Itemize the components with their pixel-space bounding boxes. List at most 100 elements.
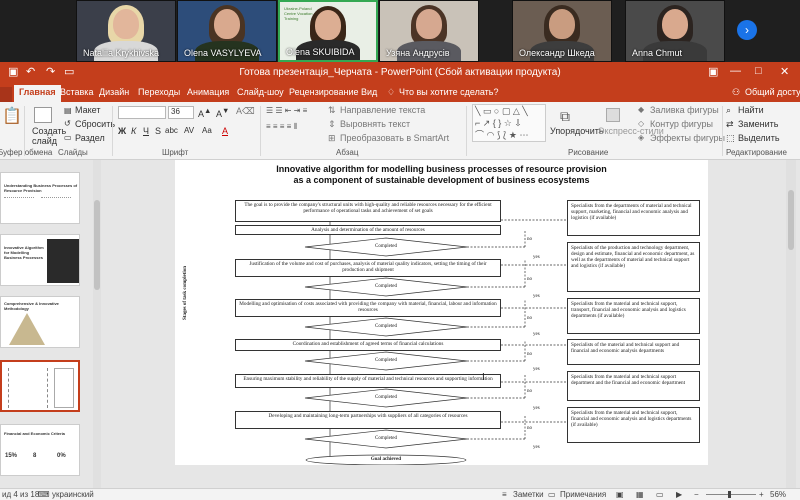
reading-view-icon[interactable]: ▭ [656, 490, 664, 499]
tell-me-box[interactable]: Что вы хотите сделать? [399, 87, 499, 97]
no-label: no [527, 352, 532, 357]
zoom-in-icon[interactable]: + [759, 490, 764, 499]
comments-button[interactable]: Примечания [560, 490, 606, 499]
flow-step-box[interactable]: Modelling and optimisation of costs asso… [235, 299, 501, 317]
tab-design[interactable]: Дизайн [99, 87, 129, 97]
file-tab[interactable] [0, 87, 12, 102]
specialists-box[interactable]: Specialists of the material and technica… [567, 339, 700, 365]
font-size-box[interactable]: 36 [168, 106, 194, 119]
participant-tile[interactable]: Олександр Шкеда [512, 0, 612, 62]
tab-slideshow[interactable]: Слайд-шоу [237, 87, 284, 97]
change-case-button[interactable]: Aa [202, 126, 212, 135]
find-button[interactable]: Найти [738, 105, 764, 115]
text-direction-button[interactable]: Направление текста [340, 105, 425, 115]
participant-tile[interactable]: Узяна Андрусів [379, 0, 479, 62]
slide-thumbnail[interactable]: Financial and Economic Criteria 15% 8 0% [0, 424, 80, 476]
reset-button[interactable]: Сбросить [75, 119, 115, 129]
align-icons[interactable]: ≡ ≡ ≡ ≡ ⫴ [266, 122, 297, 132]
new-slide-icon[interactable] [34, 107, 52, 123]
tab-view[interactable]: Вид [361, 87, 377, 97]
maximize-icon[interactable]: □ [755, 65, 762, 77]
smartart-button[interactable]: Преобразовать в SmartArt [340, 133, 449, 143]
strikethrough-button[interactable]: S [155, 126, 161, 136]
participant-tile[interactable]: Anna Chmut [625, 0, 725, 62]
grow-font-icon[interactable]: A▲ [198, 106, 211, 119]
tab-animation[interactable]: Анимация [187, 87, 229, 97]
section-button[interactable]: Раздел [75, 133, 105, 143]
share-button[interactable]: Общий доступ [745, 87, 800, 97]
align-text-button[interactable]: Выровнять текст [340, 119, 410, 129]
slideshow-view-icon[interactable]: ▶ [676, 490, 682, 499]
shrink-font-icon[interactable]: A▼ [216, 106, 229, 119]
drawing-group-label: Рисование [568, 148, 609, 157]
specialists-box[interactable]: Specialists from the material and techni… [567, 371, 700, 401]
tab-transitions[interactable]: Переходы [138, 87, 180, 97]
slide-thumbnail[interactable]: Comprehensive & Innovative Methodology [0, 296, 80, 348]
yes-label: yes [533, 406, 540, 411]
underline-button[interactable]: Ч [143, 126, 149, 136]
shapes-gallery[interactable]: ╲ ▭ ○ ▢ △ ╲ ⌐ ↗ { } ☆ ⇩ ⌒ ◠ ⟆ ⟅ ★ ⋯ [472, 104, 546, 142]
flow-step-box[interactable]: Justification of the volume and cost of … [235, 259, 501, 277]
slide-canvas[interactable]: Innovative algorithm for modelling busin… [175, 160, 708, 465]
flow-step-box[interactable]: Analysis and determination of the amount… [235, 225, 501, 235]
slide-thumbnail[interactable]: Understanding Business Processes of Reso… [0, 172, 80, 224]
participant-tile[interactable]: Nataliia Krykhivska [76, 0, 176, 62]
close-icon[interactable]: ✕ [780, 65, 789, 78]
shadow-button[interactable]: abc [165, 126, 178, 135]
spacing-button[interactable]: AV [184, 126, 194, 135]
select-button[interactable]: Выделить [738, 133, 780, 143]
tab-review[interactable]: Рецензирование [289, 87, 359, 97]
ribbon-display-icon[interactable]: ▣ [708, 65, 718, 78]
shape-fill-button[interactable]: Заливка фигуры [650, 105, 719, 115]
specialists-box[interactable]: Specialists from the material and techni… [567, 298, 700, 334]
tab-home[interactable]: Главная [14, 85, 61, 102]
flow-step-box[interactable]: The goal is to provide the company's str… [235, 200, 501, 222]
zoom-out-icon[interactable]: − [694, 490, 699, 499]
participant-tile-speaking[interactable]: Ukraine-Poland Centre Vocation and Train… [278, 0, 378, 62]
search-icon: ⌕ [726, 105, 732, 115]
flow-step-box[interactable]: Developing and maintaining long-term par… [235, 411, 501, 429]
flow-step-box[interactable]: Coordination and establishment of agreed… [235, 339, 501, 351]
paste-icon[interactable]: 📋 [2, 106, 22, 126]
zoom-level[interactable]: 56% [770, 490, 786, 499]
language-label[interactable]: украинский [52, 490, 94, 499]
bullets-icon[interactable]: ☰ ☰ ⇤ ⇥ ≡ [266, 106, 307, 115]
chevron-right-icon[interactable]: › [737, 20, 757, 40]
bold-button[interactable]: Ж [118, 126, 126, 136]
scrollbar-thumb[interactable] [94, 200, 100, 290]
zoom-slider[interactable] [706, 494, 756, 495]
slide-thumbnail-selected[interactable] [0, 360, 80, 412]
minimize-icon[interactable]: — [730, 65, 741, 77]
comments-icon: ▭ [548, 490, 556, 499]
zoom-slider-thumb[interactable] [728, 491, 731, 498]
flow-step-box[interactable]: Ensuring maximum stability and reliabili… [235, 374, 501, 388]
completed-label: Completed [375, 324, 397, 329]
italic-button[interactable]: К [131, 126, 136, 136]
clipboard-group-label: Буфер обмена [0, 148, 53, 157]
specialists-box[interactable]: Specialists from the material and techni… [567, 407, 700, 443]
replace-button[interactable]: Заменить [738, 119, 778, 129]
arrange-button[interactable]: Упорядочить [550, 126, 604, 136]
slide-scrollbar[interactable] [786, 160, 796, 488]
scrollbar-thumb[interactable] [788, 190, 794, 250]
ribbon-tabs: Главная Вставка Дизайн Переходы Анимация… [0, 84, 800, 102]
specialists-box[interactable]: Specialists of the production and techno… [567, 242, 700, 292]
normal-view-icon[interactable]: ▣ [616, 490, 624, 499]
slide-thumbnail[interactable]: Innovative Algorithm for Modelling Busin… [0, 234, 80, 286]
participant-tile[interactable]: Olena VASYLYEVA [177, 0, 277, 62]
thumbnails-scrollbar[interactable] [93, 160, 101, 488]
shape-outline-button[interactable]: Контур фигуры [650, 119, 713, 129]
tab-insert[interactable]: Вставка [60, 87, 93, 97]
select-icon: ⬚ [726, 133, 735, 143]
specialists-box[interactable]: Specialists from the departments of mate… [567, 200, 700, 236]
shape-effects-button[interactable]: Эффекты фигуры [650, 133, 725, 143]
notes-button[interactable]: Заметки [513, 490, 544, 499]
font-color-icon[interactable]: A [222, 126, 228, 136]
clear-format-icon[interactable]: A⌫ [236, 106, 255, 117]
yes-label: yes [533, 367, 540, 372]
layout-button[interactable]: Макет [75, 105, 100, 115]
sorter-view-icon[interactable]: ▦ [636, 490, 644, 499]
slide-counter: ид 4 из 18 [2, 490, 40, 499]
font-name-box[interactable] [118, 106, 166, 119]
new-slide-button[interactable]: Создать слайд [32, 126, 66, 146]
